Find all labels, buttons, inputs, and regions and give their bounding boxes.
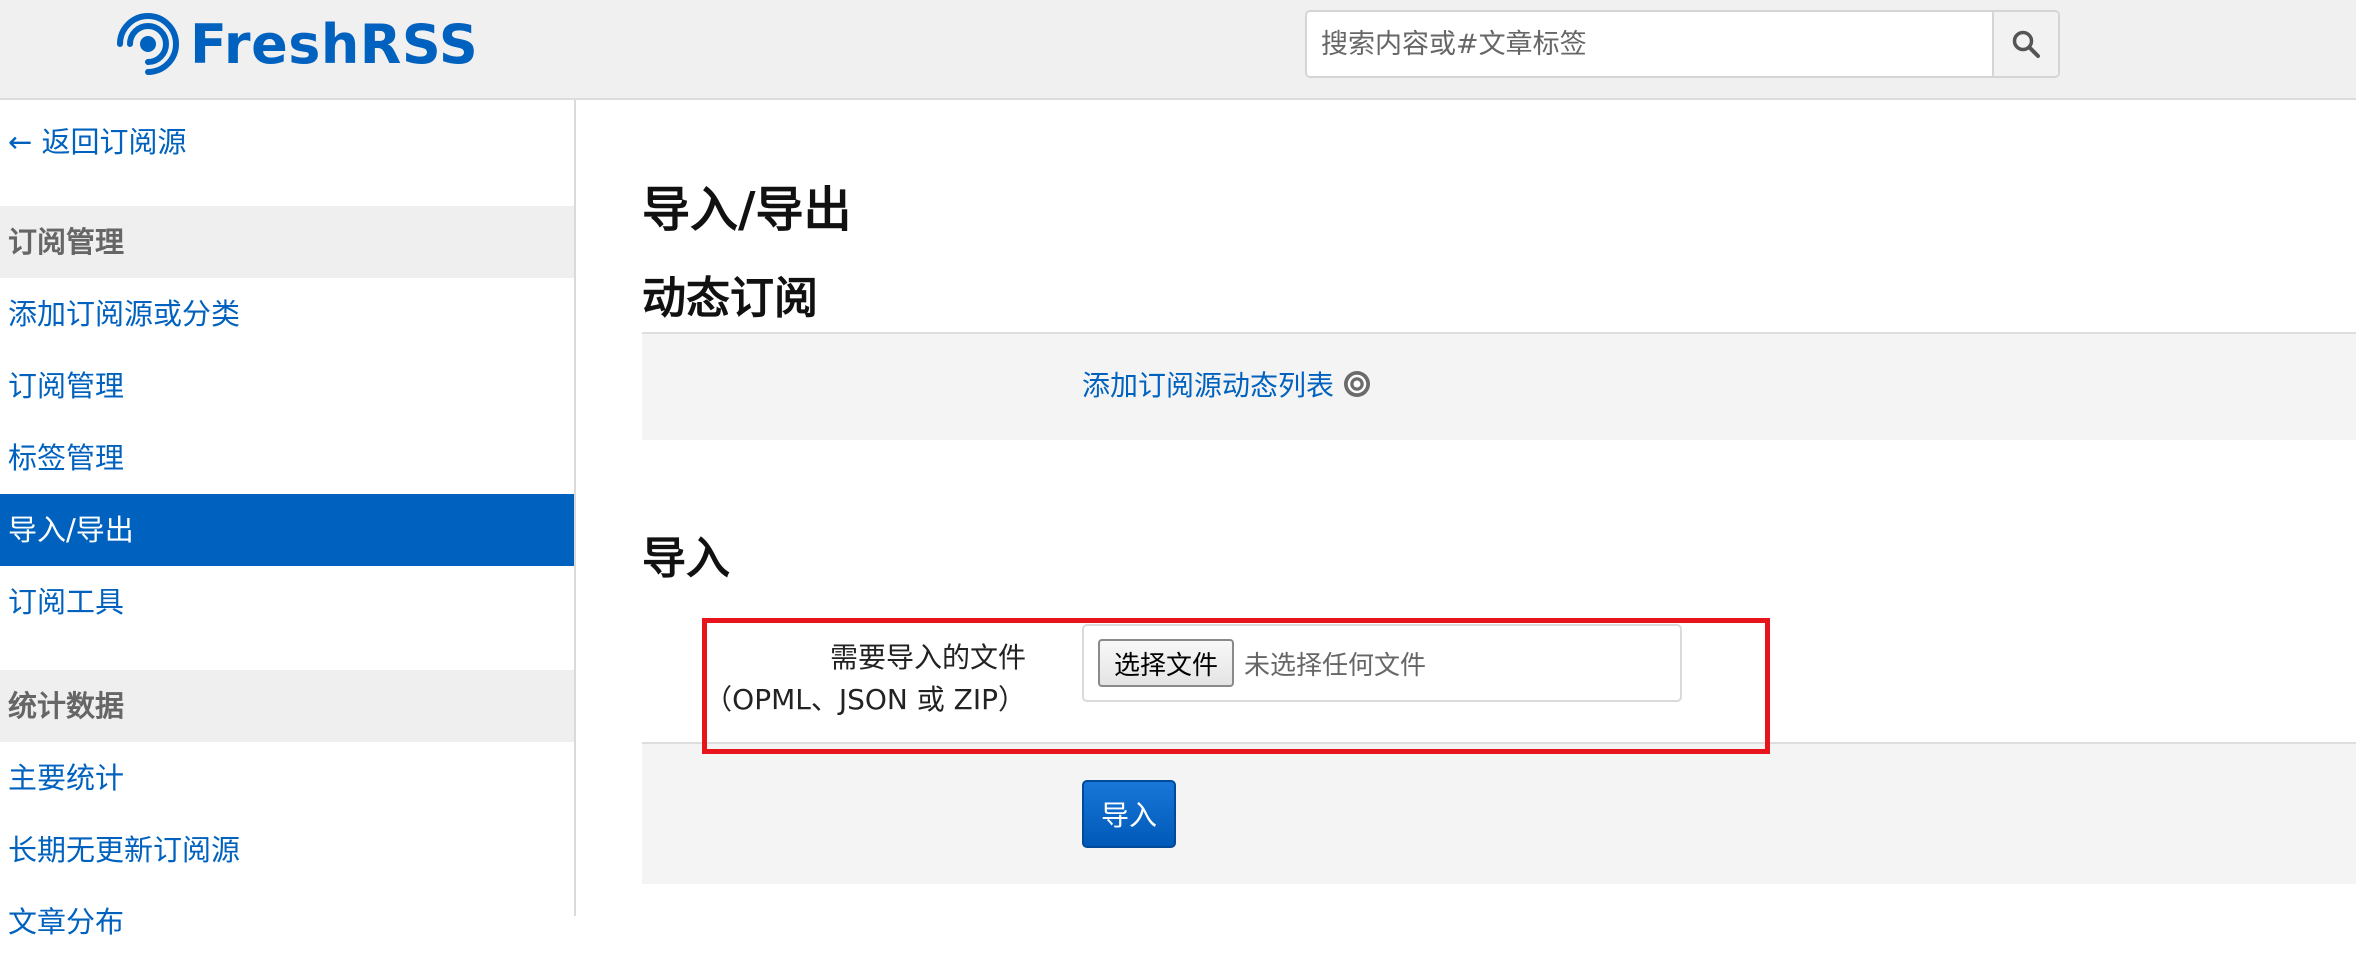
sidebar-item-subscription-management[interactable]: 订阅管理 (0, 350, 574, 422)
choose-file-button[interactable]: 选择文件 (1098, 639, 1235, 687)
add-dynamic-opml-link[interactable]: 添加订阅源动态列表 (1082, 364, 1372, 404)
sidebar-item-article-distribution[interactable]: 文章分布 (0, 886, 574, 958)
search-icon (2012, 30, 2040, 58)
import-file-label: 需要导入的文件 （OPML、JSON 或 ZIP） (704, 636, 1026, 736)
help-icon (1344, 371, 1371, 397)
import-file-label-line2: （OPML、JSON 或 ZIP） (704, 683, 1026, 716)
page-title: 导入/导出 (642, 182, 852, 238)
freshrss-logo-icon (114, 10, 182, 78)
main-content: 导入/导出 动态订阅 添加订阅源动态列表 导入 需要导入的文件 （OPML、JS… (576, 100, 2356, 916)
dynamic-subscriptions-heading: 动态订阅 (642, 273, 818, 324)
add-dynamic-opml-label: 添加订阅源动态列表 (1082, 369, 1335, 402)
app-name: FreshRSS (190, 12, 479, 76)
top-header: FreshRSS (0, 0, 2356, 100)
import-file-label-line1: 需要导入的文件 (829, 641, 1026, 674)
search-bar (1305, 10, 2060, 78)
import-file-input: 选择文件 未选择任何文件 (1082, 624, 1682, 702)
sidebar-item-tag-management[interactable]: 标签管理 (0, 422, 574, 494)
search-button[interactable] (1992, 12, 2058, 76)
back-to-feeds-link[interactable]: ← 返回订阅源 (8, 119, 187, 161)
import-actions-panel (642, 742, 2356, 884)
sidebar-item-add-feed[interactable]: 添加订阅源或分类 (0, 278, 574, 350)
dynamic-subscriptions-panel (642, 332, 2356, 440)
search-input[interactable] (1307, 12, 1992, 76)
sidebar-item-idle-feeds[interactable]: 长期无更新订阅源 (0, 814, 574, 886)
sidebar-item-main-stats[interactable]: 主要统计 (0, 742, 574, 814)
import-heading: 导入 (642, 533, 730, 584)
sidebar-heading-subscriptions: 订阅管理 (0, 206, 574, 278)
no-file-chosen-text: 未选择任何文件 (1244, 650, 1427, 681)
import-submit-button[interactable]: 导入 (1082, 780, 1176, 848)
sidebar-heading-statistics: 统计数据 (0, 670, 574, 742)
sidebar: ← 返回订阅源 订阅管理 添加订阅源或分类 订阅管理 标签管理 导入/导出 订阅… (0, 100, 576, 939)
app-logo[interactable]: FreshRSS (114, 10, 478, 78)
sidebar-item-subscription-tools[interactable]: 订阅工具 (0, 566, 574, 638)
sidebar-item-import-export[interactable]: 导入/导出 (0, 494, 574, 566)
